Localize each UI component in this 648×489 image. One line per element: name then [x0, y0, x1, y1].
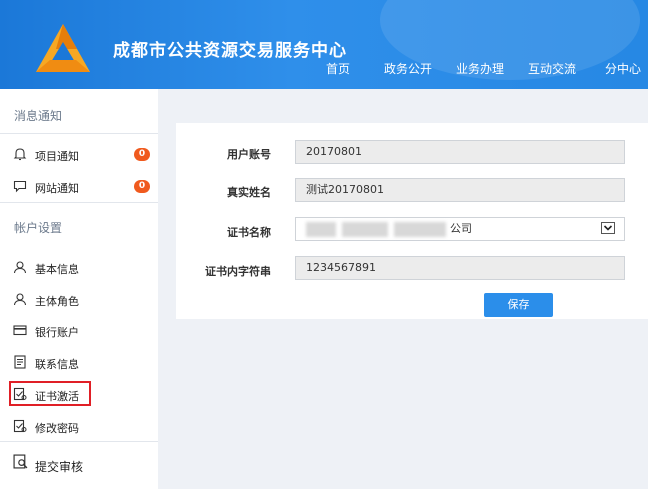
cert-code-label: 证书内字符串 [205, 265, 271, 278]
sidebar-item-contact-info[interactable]: 联系信息 [0, 350, 158, 374]
nav-interaction[interactable]: 互动交流 [528, 60, 576, 77]
sidebar-item-label: 网站通知 [35, 182, 79, 195]
redacted-text [306, 222, 336, 237]
sidebar-item-label: 项目通知 [35, 150, 79, 163]
redacted-text [394, 222, 446, 237]
cert-code-field: 1234567891 [295, 256, 625, 280]
sidebar-item-label: 主体角色 [35, 295, 79, 308]
redacted-text [342, 222, 388, 237]
site-header: 成都市公共资源交易服务中心 首页 政务公开 业务办理 互动交流 分中心 [0, 0, 648, 89]
sidebar-item-label: 联系信息 [35, 358, 79, 371]
sidebar-item-subject-role[interactable]: 主体角色 [0, 287, 158, 311]
chevron-down-icon [603, 225, 613, 231]
nav-public-affairs[interactable]: 政务公开 [384, 60, 432, 77]
user-icon [13, 293, 27, 306]
sidebar-item-label: 修改密码 [35, 422, 79, 435]
divider [0, 441, 158, 442]
highlight-box [9, 381, 91, 406]
message-icon [13, 180, 27, 193]
site-title: 成都市公共资源交易服务中心 [113, 41, 347, 61]
card-icon [13, 325, 27, 336]
divider [0, 133, 158, 134]
count-badge: 0 [134, 180, 150, 193]
sidebar-item-label: 银行账户 [35, 326, 79, 339]
search-document-icon [13, 454, 28, 469]
sidebar-item-label: 基本信息 [35, 263, 79, 276]
real-name-field: 测试20170801 [295, 178, 625, 202]
sidebar-item-bank-account[interactable]: 银行账户 [0, 318, 158, 342]
user-icon [13, 261, 27, 274]
save-button[interactable]: 保存 [484, 293, 553, 317]
nav-home[interactable]: 首页 [326, 60, 350, 77]
count-badge: 0 [134, 148, 150, 161]
dropdown-button[interactable] [601, 222, 615, 234]
nav-business[interactable]: 业务办理 [456, 60, 504, 77]
sidebar-item-project-notice[interactable]: 项目通知 0 [0, 142, 158, 166]
bell-icon [13, 148, 27, 161]
cert-name-value: 公司 [450, 222, 472, 235]
top-nav: 首页 政务公开 业务办理 互动交流 分中心 [0, 60, 648, 80]
account-field: 20170801 [295, 140, 625, 164]
certificate-icon [13, 419, 27, 433]
cert-name-label: 证书名称 [227, 226, 271, 239]
cert-name-select[interactable]: 公司 [295, 217, 625, 241]
section-title-notifications: 消息通知 [14, 109, 63, 123]
section-title-account: 帐户设置 [14, 221, 63, 235]
sidebar-item-change-password[interactable]: 修改密码 [0, 414, 158, 438]
divider [0, 202, 158, 203]
account-label: 用户账号 [227, 148, 271, 161]
document-icon [14, 355, 26, 369]
sidebar-item-submit-review[interactable]: 提交审核 [0, 451, 158, 479]
sidebar-item-label: 提交审核 [35, 460, 84, 474]
sidebar-item-basic-info[interactable]: 基本信息 [0, 255, 158, 279]
sidebar-item-site-notice[interactable]: 网站通知 0 [0, 174, 158, 198]
sidebar: 消息通知 项目通知 0 网站通知 0 帐户设置 基本信息 主体角色 银行账户 联… [0, 89, 158, 489]
real-name-label: 真实姓名 [227, 186, 271, 199]
nav-branch-center[interactable]: 分中心 [605, 60, 641, 77]
